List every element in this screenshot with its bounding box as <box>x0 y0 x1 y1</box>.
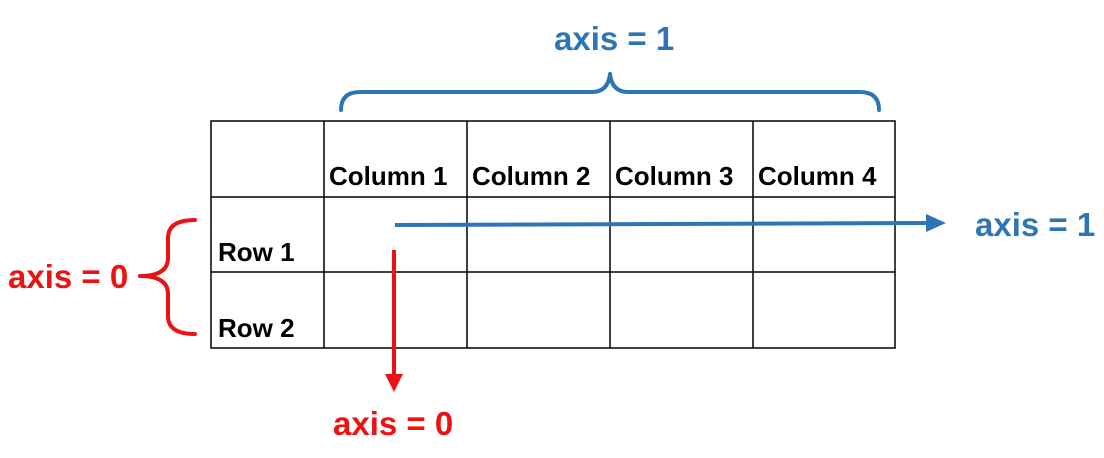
table-outline <box>210 120 896 349</box>
axis1-arrow-line <box>394 221 929 227</box>
table-grid <box>210 120 896 349</box>
top-brace <box>339 72 881 112</box>
column-header-1: Column 1 <box>329 161 448 191</box>
axis0-arrow-head <box>385 374 403 392</box>
bottom-axis-label: axis = 0 <box>333 405 454 442</box>
column-header-2: Column 2 <box>472 161 591 191</box>
column-header-3: Column 3 <box>615 161 734 191</box>
axis1-arrow-head <box>926 214 946 232</box>
axis-diagram: axis = 1 axis = 1 axis = 0 axis = 0 Colu… <box>0 0 1104 458</box>
top-axis-label: axis = 1 <box>554 20 675 57</box>
left-axis-label: axis = 0 <box>8 258 129 295</box>
row-label-1: Row 1 <box>218 237 295 267</box>
row-label-2: Row 2 <box>218 313 295 343</box>
left-brace <box>138 218 197 336</box>
right-axis-label: axis = 1 <box>975 206 1096 243</box>
column-header-4: Column 4 <box>758 161 877 191</box>
diagram-graphics <box>138 72 946 392</box>
